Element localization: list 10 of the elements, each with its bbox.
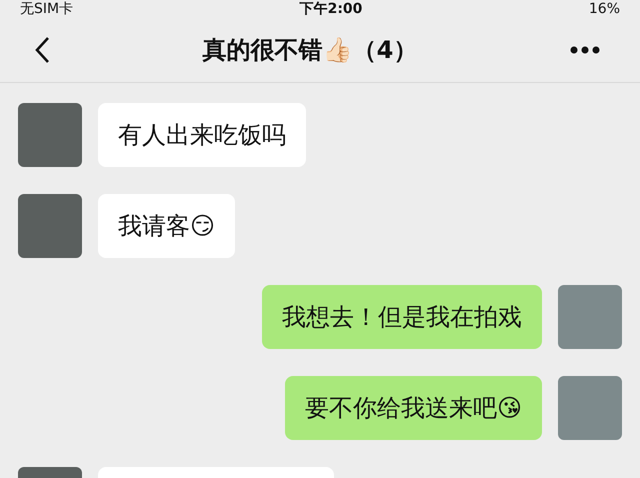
carrier-label: 无SIM卡 bbox=[20, 0, 74, 18]
message-bubble: 要不你给我送来吧😘 bbox=[284, 376, 542, 440]
chat-title: 真的很不错👍🏻（4） bbox=[202, 35, 418, 66]
battery-label: 16% bbox=[588, 1, 620, 17]
more-icon[interactable] bbox=[570, 46, 600, 54]
message-bubble: 有人出来吃饭吗 bbox=[98, 103, 306, 167]
time-label: 下午2:00 bbox=[300, 0, 362, 18]
message-bubble: 我想去！但是我在拍戏 bbox=[262, 285, 542, 349]
back-icon[interactable] bbox=[34, 36, 50, 64]
message-bubble: 我请客😏 bbox=[98, 194, 236, 258]
